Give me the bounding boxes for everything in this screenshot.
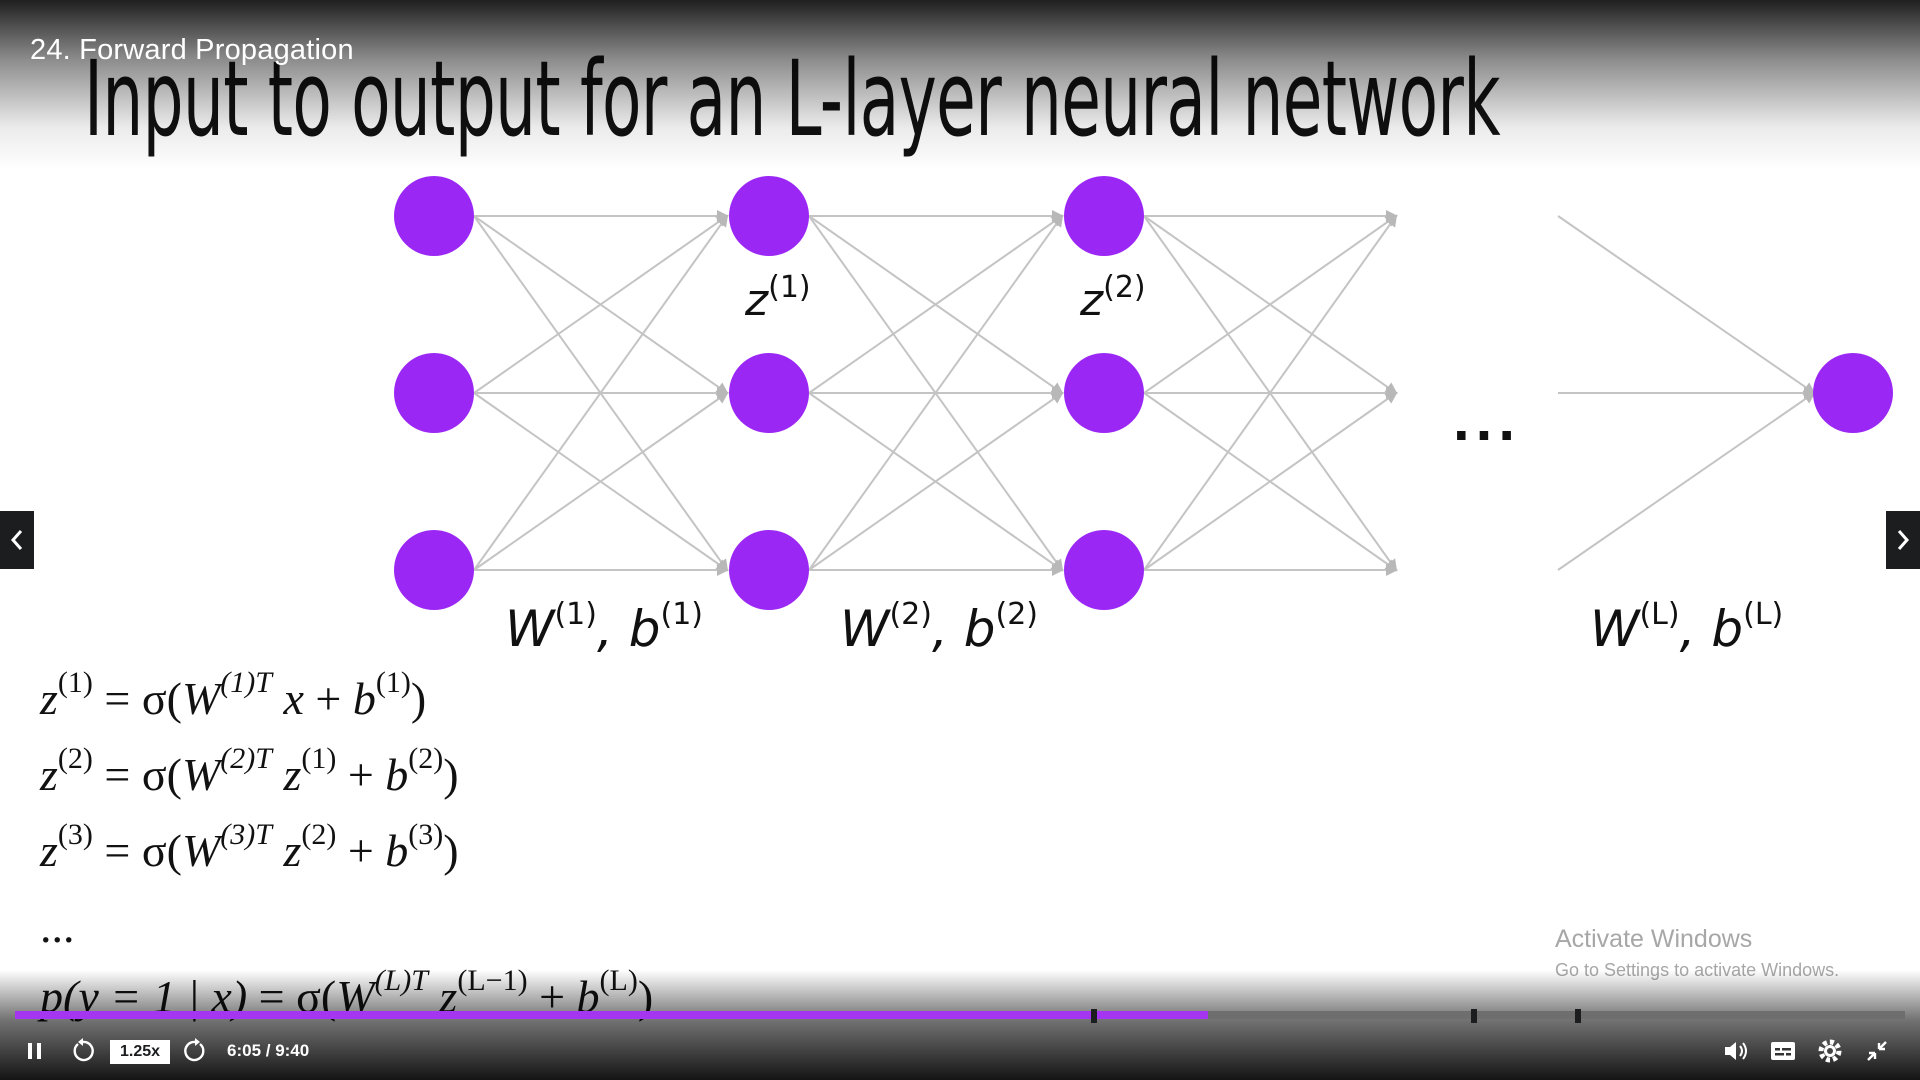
- neuron-layer0-node0: [394, 176, 474, 256]
- equation-ellipsis: ...: [40, 901, 75, 952]
- time-display: 6:05 / 9:40: [227, 1041, 310, 1060]
- prev-arrow-icon: [10, 530, 23, 550]
- settings-button[interactable]: [1816, 1037, 1844, 1065]
- lecture-title: 24. Forward Propagation: [30, 34, 354, 66]
- equation-1: z(1) = σ(W(1)T x + b(1)): [40, 666, 427, 725]
- rewind-button[interactable]: [70, 1038, 96, 1064]
- rewind-icon: [73, 1038, 94, 1062]
- forward-icon: [184, 1038, 205, 1062]
- z2-label: z(2): [1080, 270, 1146, 327]
- watermark-line-1: Activate Windows: [1555, 925, 1753, 953]
- neuron-layer2-node2: [1064, 530, 1144, 610]
- z1-label: z(1): [745, 270, 811, 327]
- neuron-layer0-node1: [394, 353, 474, 433]
- forward-button[interactable]: [182, 1038, 208, 1064]
- exit-fullscreen-icon: [1867, 1041, 1887, 1061]
- prev-lecture-button[interactable]: [0, 511, 34, 569]
- neuron-layer0-node2: [394, 530, 474, 610]
- next-lecture-button[interactable]: [1886, 511, 1920, 569]
- next-arrow-icon: [1897, 530, 1910, 550]
- exit-fullscreen-button[interactable]: [1864, 1038, 1890, 1064]
- neuron-layer2-node1: [1064, 353, 1144, 433]
- equation-2: z(2) = σ(W(2)T z(1) + b(2)): [40, 742, 459, 801]
- captions-icon: [1771, 1042, 1795, 1060]
- playback-speed-button[interactable]: 1.25x: [110, 1040, 170, 1064]
- pause-button[interactable]: [25, 1040, 45, 1062]
- chapter-marker: [1575, 1009, 1582, 1023]
- equation-3: z(3) = σ(W(3)T z(2) + b(3)): [40, 818, 459, 877]
- weight-label-1: W(1), b(1): [505, 597, 703, 659]
- player-controls: 1.25x 6:05 / 9:40: [0, 1030, 1920, 1070]
- neuron-layer1-node2: [729, 530, 809, 610]
- progress-bar[interactable]: [15, 1009, 1905, 1023]
- layer-ellipsis: ...: [1453, 386, 1522, 453]
- neuron-layer1-node1: [729, 353, 809, 433]
- weight-label-2: W(2), b(2): [840, 597, 1038, 659]
- progress-fill: [15, 1011, 1208, 1019]
- captions-button[interactable]: [1769, 1039, 1797, 1063]
- neuron-layer1-node0: [729, 176, 809, 256]
- activate-windows-watermark: Activate Windows Go to Settings to activ…: [1555, 925, 1839, 981]
- output-connection-edge: [1557, 391, 1816, 571]
- chapter-marker: [1091, 1009, 1098, 1023]
- neural-network-diagram: [394, 176, 1893, 610]
- weight-label-L: W(L), b(L): [1590, 597, 1784, 659]
- neuron-layer2-node0: [1064, 176, 1144, 256]
- watermark-line-2: Go to Settings to activate Windows.: [1555, 960, 1840, 980]
- output-neuron: [1813, 353, 1893, 433]
- volume-button[interactable]: [1722, 1038, 1750, 1064]
- pause-icon: [28, 1043, 41, 1059]
- settings-icon: [1818, 1039, 1842, 1063]
- output-connection-edge: [1557, 215, 1816, 395]
- volume-icon: [1725, 1042, 1747, 1060]
- chapter-marker: [1471, 1009, 1478, 1023]
